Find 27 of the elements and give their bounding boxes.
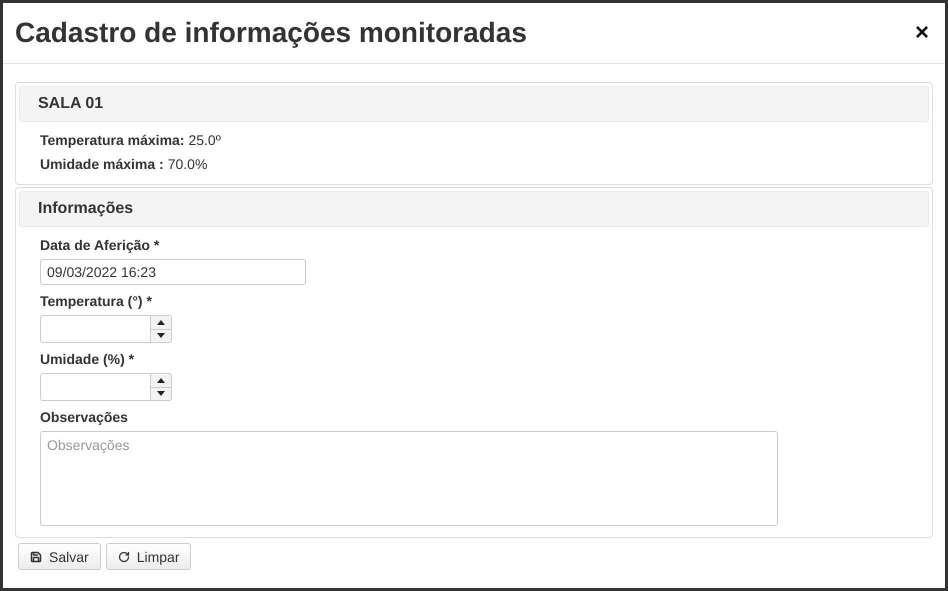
limit-label: Umidade máxima : bbox=[40, 156, 164, 172]
limit-label: Temperatura máxima: bbox=[40, 132, 184, 148]
field-label: Temperatura (°) * bbox=[40, 293, 153, 309]
increment-button[interactable] bbox=[151, 374, 171, 386]
rotate-icon bbox=[118, 550, 130, 562]
field-label: Umidade (%) * bbox=[40, 351, 136, 367]
field-label: Data de Aferição * bbox=[40, 237, 160, 253]
limit-value: 25.0º bbox=[188, 132, 221, 148]
down-arrow-icon bbox=[157, 333, 165, 338]
notes-field[interactable]: Observações bbox=[40, 431, 778, 526]
panel-title: SALA 01 bbox=[38, 95, 104, 113]
clear-button[interactable]: Limpar bbox=[106, 543, 192, 570]
panel-title: Informações bbox=[38, 200, 134, 218]
up-arrow-icon bbox=[157, 378, 165, 383]
dialog-title: Cadastro de informações monitoradas bbox=[15, 17, 527, 49]
down-arrow-icon bbox=[157, 391, 165, 396]
save-button[interactable]: Salvar bbox=[18, 543, 101, 570]
decrement-button[interactable] bbox=[151, 386, 171, 400]
date-field[interactable]: 09/03/2022 16:23 bbox=[40, 259, 306, 285]
decrement-button[interactable] bbox=[151, 328, 171, 342]
limit-value: 70.0% bbox=[168, 156, 208, 172]
up-arrow-icon bbox=[157, 320, 165, 325]
number-field[interactable] bbox=[40, 373, 150, 401]
increment-button[interactable] bbox=[151, 316, 171, 328]
number-field[interactable] bbox=[40, 315, 150, 343]
field-label: Observações bbox=[40, 409, 129, 425]
close-button[interactable]: × bbox=[910, 21, 933, 45]
